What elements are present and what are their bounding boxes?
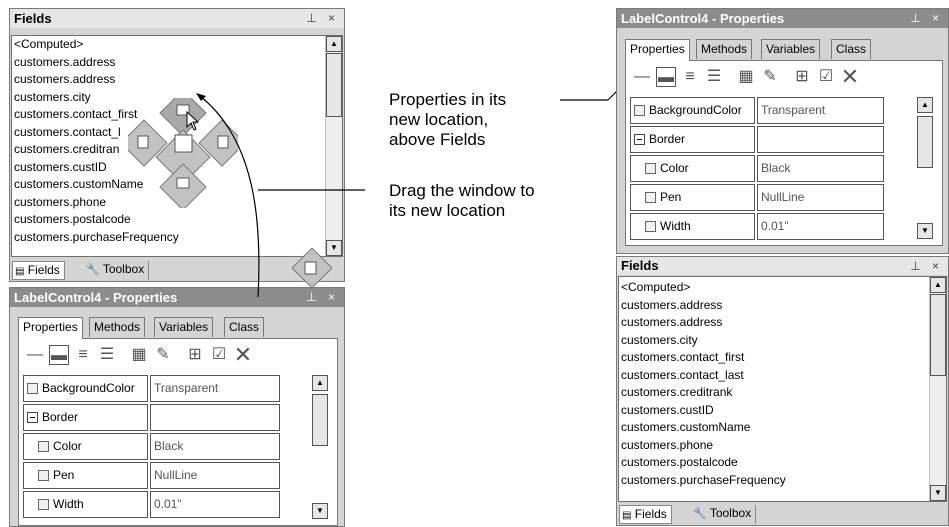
tab-class[interactable]: Class: [831, 39, 872, 59]
tab-variables[interactable]: Variables: [761, 39, 821, 59]
field-list-item[interactable]: customers.address: [619, 314, 946, 332]
properties-panel-right: LabelControl4 - Properties ⊥ × Propertie…: [616, 8, 949, 254]
properties-tabs: Properties Methods Variables Class: [625, 39, 943, 61]
tab-properties-label: Properties: [630, 42, 685, 56]
align-left-icon[interactable]: ▬: [656, 67, 676, 87]
properties-titlebar[interactable]: LabelControl4 - Properties ⊥ ×: [617, 9, 948, 28]
field-list-item[interactable]: customers.customName: [619, 419, 946, 437]
fields-list: <Computed> customers.address customers.add…: [618, 276, 947, 502]
property-name: Border: [649, 132, 686, 146]
property-name: BackgroundColor: [649, 103, 742, 117]
property-name-cell[interactable]: BackgroundColor: [630, 97, 755, 124]
pin-close-icon[interactable]: ⊥ ×: [910, 9, 943, 28]
property-name-cell[interactable]: Border: [630, 126, 755, 153]
property-name: Width: [660, 219, 691, 233]
property-value-cell[interactable]: [757, 126, 884, 153]
property-value-cell[interactable]: Transparent: [757, 97, 884, 124]
field-list-item[interactable]: customers.custID: [619, 402, 946, 420]
fields-scrollbar[interactable]: ▲ ▼: [929, 277, 946, 501]
fields-titlebar[interactable]: Fields ⊥ ×: [617, 257, 948, 275]
field-list-item[interactable]: customers.postalcode: [619, 454, 946, 472]
tab-fields[interactable]: ▤ Fields: [619, 505, 672, 524]
field-list-item[interactable]: customers.purchaseFrequency: [619, 472, 946, 490]
fields-bottom-tabs: ▤ Fields 🔧 Toolbox: [617, 503, 948, 525]
check-edit-icon[interactable]: ☑: [816, 67, 836, 87]
callout-properties-location: Properties in its new location, above Fi…: [389, 90, 506, 150]
property-name-cell[interactable]: Color: [630, 155, 755, 182]
tab-methods[interactable]: Methods: [696, 39, 753, 59]
grid-scrollbar[interactable]: ▲ ▼: [917, 97, 934, 239]
tab-properties[interactable]: Properties: [18, 317, 83, 339]
property-box-icon: [634, 105, 645, 116]
edit-icon[interactable]: ✎: [760, 67, 780, 87]
tab-methods-label: Methods: [701, 42, 748, 56]
tab-variables-label: Variables: [766, 42, 816, 56]
field-list-item[interactable]: customers.contact_last: [619, 367, 946, 385]
line-icon[interactable]: —: [632, 67, 652, 87]
grid-icon[interactable]: ⊞: [792, 67, 812, 87]
field-list-item[interactable]: customers.contact_first: [619, 349, 946, 367]
callout-line: its new location: [389, 201, 506, 220]
scroll-down-icon[interactable]: ▼: [930, 485, 946, 501]
tab-class-label: Class: [836, 42, 867, 56]
scroll-thumb[interactable]: [917, 116, 933, 168]
property-value-cell[interactable]: 0.01": [757, 213, 884, 240]
property-name-cell[interactable]: Width: [630, 213, 755, 240]
delete-icon[interactable]: ✕: [840, 66, 860, 88]
callout-line: above Fields: [389, 130, 486, 149]
fields-title: Fields: [621, 258, 659, 273]
properties-toolbar: — ▬ ≡ ☰ ▦ ✎ ⊞ ☑ ✕: [632, 63, 932, 93]
properties-title: LabelControl4 - Properties: [621, 11, 785, 26]
align-justify-icon[interactable]: ☰: [704, 67, 724, 87]
pin-close-icon[interactable]: ⊥ ×: [910, 257, 943, 275]
callout-line: Drag the window to: [389, 181, 535, 200]
field-list-item[interactable]: customers.address: [619, 297, 946, 315]
field-list-item[interactable]: <Computed>: [619, 279, 946, 297]
property-box-icon: [645, 163, 656, 174]
property-box-icon: [645, 221, 656, 232]
tab-properties-label: Properties: [23, 320, 78, 334]
callout-line: Properties in its: [389, 90, 507, 109]
property-value-cell[interactable]: NullLine: [757, 184, 884, 211]
field-list-item[interactable]: customers.phone: [619, 437, 946, 455]
callout-line: new location,: [389, 110, 489, 129]
scroll-thumb[interactable]: [930, 294, 946, 376]
list-icon[interactable]: ▦: [736, 67, 756, 87]
tab-toolbox[interactable]: 🔧 Toolbox: [689, 505, 757, 524]
scroll-up-icon[interactable]: ▲: [930, 277, 946, 293]
tab-fields-label: Fields: [634, 507, 667, 521]
fields-panel-right: Fields ⊥ × <Computed> customers.address cu…: [616, 256, 949, 526]
property-name: Color: [660, 161, 689, 175]
callout-drag-window: Drag the window to its new location: [389, 181, 535, 221]
fields-tab-icon: ▤: [622, 510, 632, 521]
tab-properties[interactable]: Properties: [625, 39, 690, 61]
scroll-up-icon[interactable]: ▲: [917, 97, 933, 113]
property-name-cell[interactable]: Pen: [630, 184, 755, 211]
property-name: Pen: [660, 190, 682, 204]
field-list-item[interactable]: customers.city: [619, 332, 946, 350]
scroll-down-icon[interactable]: ▼: [917, 223, 933, 239]
toolbox-tab-icon: 🔧: [693, 508, 707, 520]
property-grid: BackgroundColor Transparent Border Color Bla…: [630, 97, 896, 243]
property-box-icon: [645, 192, 656, 203]
align-center-icon[interactable]: ≡: [680, 67, 700, 87]
property-value-cell[interactable]: Black: [757, 155, 884, 182]
collapse-icon[interactable]: [634, 134, 645, 145]
field-list-item[interactable]: customers.creditrank: [619, 384, 946, 402]
properties-body: — ▬ ≡ ☰ ▦ ✎ ⊞ ☑ ✕ BackgroundColor Transpa…: [625, 60, 943, 246]
tab-toolbox-label: Toolbox: [709, 506, 752, 520]
